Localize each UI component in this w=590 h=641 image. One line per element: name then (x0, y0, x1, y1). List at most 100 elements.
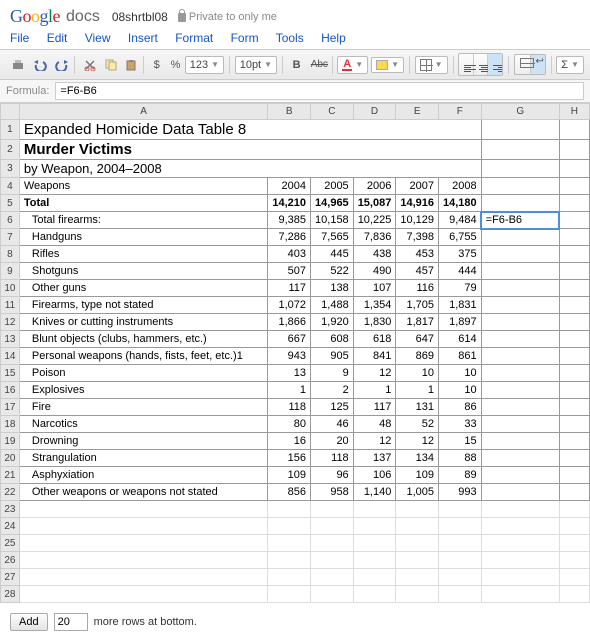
cell[interactable]: 10 (439, 382, 482, 399)
cell[interactable]: 33 (439, 416, 482, 433)
cell[interactable] (559, 140, 589, 160)
cell[interactable]: 16 (268, 433, 311, 450)
cell[interactable] (19, 586, 268, 603)
menu-help[interactable]: Help (321, 31, 346, 45)
cell[interactable] (396, 501, 439, 518)
cell[interactable]: Total firearms: (19, 212, 268, 229)
cell[interactable] (19, 535, 268, 552)
cell[interactable] (396, 569, 439, 586)
row-header[interactable]: 4 (1, 178, 20, 195)
cell[interactable]: 137 (353, 450, 396, 467)
column-header[interactable]: A (19, 104, 268, 120)
cell[interactable]: 13 (268, 365, 311, 382)
cell[interactable]: 9,484 (439, 212, 482, 229)
cell[interactable] (268, 586, 311, 603)
row-header[interactable]: 5 (1, 195, 20, 212)
cell[interactable] (559, 382, 589, 399)
cell[interactable] (559, 331, 589, 348)
cell[interactable]: 507 (268, 263, 311, 280)
cell[interactable]: 117 (268, 280, 311, 297)
cell[interactable]: 20 (311, 433, 354, 450)
text-color-button[interactable]: A▼ (337, 56, 368, 74)
cell[interactable]: Murder Victims (19, 140, 481, 160)
cell[interactable]: 46 (311, 416, 354, 433)
cell[interactable]: 80 (268, 416, 311, 433)
cell[interactable] (559, 246, 589, 263)
cell[interactable]: 10 (439, 365, 482, 382)
cell[interactable] (481, 160, 559, 178)
cell[interactable]: Expanded Homicide Data Table 8 (19, 120, 481, 140)
cell[interactable] (559, 518, 589, 535)
cell[interactable] (481, 586, 559, 603)
cell[interactable]: 1,831 (439, 297, 482, 314)
cell[interactable]: 48 (353, 416, 396, 433)
format-percent-button[interactable]: % (166, 55, 182, 75)
cell[interactable] (353, 586, 396, 603)
cell[interactable] (396, 535, 439, 552)
cell[interactable]: 2004 (268, 178, 311, 195)
cell[interactable]: 14,916 (396, 195, 439, 212)
cell[interactable] (268, 552, 311, 569)
print-button[interactable] (6, 55, 25, 75)
menu-format[interactable]: Format (175, 31, 213, 45)
cell[interactable]: Personal weapons (hands, fists, feet, et… (19, 348, 268, 365)
cell[interactable]: 1,830 (353, 314, 396, 331)
cell[interactable]: Knives or cutting instruments (19, 314, 268, 331)
cell[interactable]: 445 (311, 246, 354, 263)
cell[interactable] (559, 297, 589, 314)
cell[interactable] (268, 518, 311, 535)
cell[interactable]: Other weapons or weapons not stated (19, 484, 268, 501)
formula-input[interactable] (55, 82, 584, 100)
cell[interactable] (559, 263, 589, 280)
column-header[interactable]: D (353, 104, 396, 120)
cell[interactable]: 444 (439, 263, 482, 280)
cell[interactable] (559, 450, 589, 467)
format-currency-button[interactable]: $ (149, 55, 163, 75)
cell[interactable]: Other guns (19, 280, 268, 297)
row-header[interactable]: 28 (1, 586, 20, 603)
cell[interactable] (439, 586, 482, 603)
cell[interactable] (559, 365, 589, 382)
cell[interactable]: 7,286 (268, 229, 311, 246)
cell[interactable] (311, 552, 354, 569)
cell[interactable]: 841 (353, 348, 396, 365)
cell[interactable] (559, 178, 589, 195)
column-header[interactable]: G (481, 104, 559, 120)
cell[interactable] (559, 399, 589, 416)
cell[interactable] (353, 518, 396, 535)
cell[interactable]: 52 (396, 416, 439, 433)
cell[interactable] (481, 246, 559, 263)
cell[interactable] (481, 348, 559, 365)
menu-tools[interactable]: Tools (276, 31, 304, 45)
cell[interactable]: Total (19, 195, 268, 212)
row-header[interactable]: 3 (1, 160, 20, 178)
cell[interactable] (19, 518, 268, 535)
cell[interactable]: Poison (19, 365, 268, 382)
cell[interactable] (481, 178, 559, 195)
cell[interactable] (559, 348, 589, 365)
cell[interactable] (481, 120, 559, 140)
cell[interactable] (311, 535, 354, 552)
cell[interactable] (559, 120, 589, 140)
cell[interactable]: 1,354 (353, 297, 396, 314)
cell[interactable]: 614 (439, 331, 482, 348)
cell[interactable] (439, 501, 482, 518)
cell[interactable]: 1,005 (396, 484, 439, 501)
cell[interactable]: Asphyxiation (19, 467, 268, 484)
cell[interactable] (396, 586, 439, 603)
cell[interactable]: Fire (19, 399, 268, 416)
row-header[interactable]: 25 (1, 535, 20, 552)
cell[interactable] (559, 229, 589, 246)
cell[interactable]: 109 (396, 467, 439, 484)
cell[interactable] (559, 535, 589, 552)
cell[interactable]: 7,836 (353, 229, 396, 246)
cell[interactable] (481, 140, 559, 160)
cell[interactable]: 96 (311, 467, 354, 484)
cell[interactable] (481, 416, 559, 433)
cell[interactable]: 1,817 (396, 314, 439, 331)
strikethrough-button[interactable]: Abc (306, 55, 327, 74)
column-header[interactable]: H (559, 104, 589, 120)
cell[interactable]: 106 (353, 467, 396, 484)
cell[interactable] (481, 399, 559, 416)
cell[interactable]: 12 (396, 433, 439, 450)
